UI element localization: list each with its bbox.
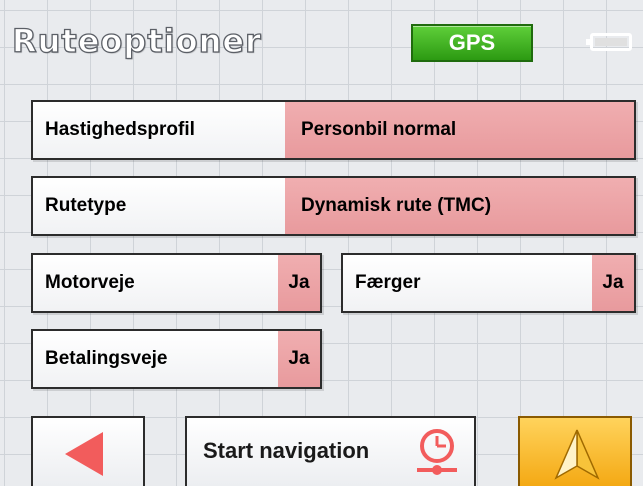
motorways-option[interactable]: Motorveje Ja [31, 253, 322, 313]
route-type-value: Dynamisk rute (TMC) [285, 178, 634, 234]
speed-profile-value: Personbil normal [285, 102, 634, 158]
navigate-button[interactable] [518, 416, 632, 486]
speed-profile-option[interactable]: Hastighedsprofil Personbil normal [31, 100, 636, 160]
gps-status-button[interactable]: GPS [411, 24, 533, 62]
toll-roads-label: Betalingsveje [45, 348, 168, 369]
motorways-value: Ja [278, 255, 320, 311]
start-navigation-label: Start navigation [203, 438, 370, 463]
ferries-option[interactable]: Færger Ja [341, 253, 636, 313]
page-title: Ruteoptioner [11, 21, 262, 60]
toll-roads-option[interactable]: Betalingsveje Ja [31, 329, 322, 389]
route-clock-icon [417, 429, 457, 475]
route-type-label: Rutetype [45, 195, 127, 216]
header-bar: Ruteoptioner GPS [0, 0, 643, 92]
route-type-option[interactable]: Rutetype Dynamisk rute (TMC) [31, 176, 636, 236]
ferries-label: Færger [355, 272, 421, 293]
ferries-value: Ja [592, 255, 634, 311]
toll-roads-value: Ja [278, 331, 320, 387]
start-navigation-button[interactable]: Start navigation [185, 416, 476, 486]
back-arrow-icon [65, 432, 103, 476]
navigation-arrow-icon [554, 429, 600, 480]
back-button[interactable] [31, 416, 145, 486]
motorways-label: Motorveje [45, 272, 135, 293]
battery-icon [586, 33, 632, 51]
speed-profile-label: Hastighedsprofil [45, 119, 195, 140]
